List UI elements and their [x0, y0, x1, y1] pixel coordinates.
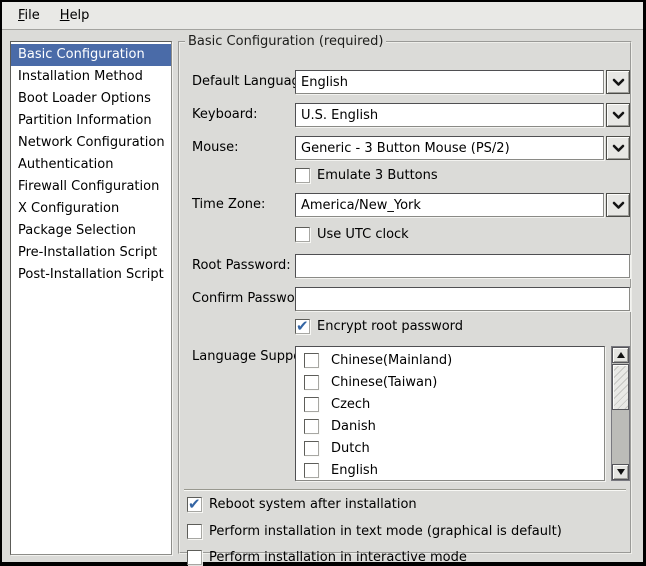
language-checkbox[interactable] [304, 463, 319, 478]
language-support-list: Chinese(Mainland) Chinese(Taiwan) Czech … [295, 346, 605, 481]
chevron-down-icon [612, 144, 625, 153]
chevron-down-icon [612, 78, 625, 87]
emulate-3-buttons-checkbox-row[interactable]: Emulate 3 Buttons [295, 167, 438, 183]
emulate-3-buttons-checkbox[interactable] [295, 168, 310, 183]
text-mode-install-label: Perform installation in text mode (graph… [209, 524, 562, 539]
menu-help[interactable]: Help [50, 5, 100, 26]
encrypt-root-password-label: Encrypt root password [317, 319, 463, 334]
mouse-value[interactable]: Generic - 3 Button Mouse (PS/2) [295, 136, 604, 160]
chevron-down-icon [612, 111, 625, 120]
scrollbar-thumb[interactable] [612, 364, 629, 410]
sidebar-item-partition-information[interactable]: Partition Information [11, 110, 171, 132]
language-option-row[interactable]: Chinese(Taiwan) [296, 371, 604, 393]
main-content: Basic Configuration Installation Method … [2, 31, 643, 562]
language-option-row[interactable]: Chinese(Mainland) [296, 349, 604, 371]
language-option-row[interactable]: Czech [296, 393, 604, 415]
sidebar-item-x-configuration[interactable]: X Configuration [11, 198, 171, 220]
chevron-down-icon [612, 201, 625, 210]
keyboard-dropdown-button[interactable] [606, 103, 630, 127]
keyboard-value[interactable]: U.S. English [295, 103, 604, 127]
language-option-row[interactable]: Dutch [296, 437, 604, 459]
time-zone-dropdown-button[interactable] [606, 193, 630, 217]
interactive-mode-install-label: Perform installation in interactive mode [209, 550, 467, 565]
root-password-label: Root Password: [192, 258, 291, 273]
language-option-label: Chinese(Mainland) [331, 353, 452, 368]
scrollbar-trough[interactable] [612, 410, 629, 464]
language-support-scrollbar[interactable] [611, 346, 630, 481]
time-zone-label: Time Zone: [192, 197, 265, 212]
mouse-label: Mouse: [192, 140, 239, 155]
language-option-row[interactable]: Danish [296, 415, 604, 437]
language-checkbox[interactable] [304, 353, 319, 368]
language-checkbox[interactable] [304, 375, 319, 390]
language-option-row[interactable]: English [296, 459, 604, 481]
sidebar-item-firewall-configuration[interactable]: Firewall Configuration [11, 176, 171, 198]
default-language-combobox[interactable]: English [295, 70, 630, 94]
sidebar-item-post-installation-script[interactable]: Post-Installation Script [11, 264, 171, 286]
scroll-down-button[interactable] [612, 464, 629, 480]
language-option-label: Chinese(Taiwan) [331, 375, 437, 390]
mouse-dropdown-button[interactable] [606, 136, 630, 160]
language-option-label: Danish [331, 419, 376, 434]
section-list: Basic Configuration Installation Method … [10, 41, 172, 555]
confirm-password-input[interactable] [295, 287, 630, 311]
default-language-dropdown-button[interactable] [606, 70, 630, 94]
language-checkbox[interactable] [304, 397, 319, 412]
language-checkbox[interactable] [304, 441, 319, 456]
keyboard-combobox[interactable]: U.S. English [295, 103, 630, 127]
use-utc-checkbox[interactable] [295, 227, 310, 242]
time-zone-value[interactable]: America/New_York [295, 193, 604, 217]
text-mode-install-checkbox[interactable] [187, 524, 202, 539]
sidebar-item-package-selection[interactable]: Package Selection [11, 220, 171, 242]
scroll-up-button[interactable] [612, 347, 629, 363]
sidebar-item-basic-configuration[interactable]: Basic Configuration [11, 44, 171, 66]
root-password-input[interactable] [295, 254, 630, 278]
sidebar-item-pre-installation-script[interactable]: Pre-Installation Script [11, 242, 171, 264]
time-zone-combobox[interactable]: America/New_York [295, 193, 630, 217]
interactive-mode-install-checkbox[interactable] [187, 550, 202, 565]
sidebar-item-installation-method[interactable]: Installation Method [11, 66, 171, 88]
language-option-label: Dutch [331, 441, 370, 456]
arrow-up-icon [617, 352, 625, 358]
use-utc-label: Use UTC clock [317, 227, 409, 242]
emulate-3-buttons-label: Emulate 3 Buttons [317, 168, 438, 183]
horizontal-separator [184, 489, 626, 491]
reboot-after-install-checkbox[interactable] [187, 497, 202, 512]
keyboard-label: Keyboard: [192, 107, 258, 122]
reboot-after-install-checkbox-row[interactable]: Reboot system after installation [187, 496, 417, 512]
interactive-mode-install-checkbox-row[interactable]: Perform installation in interactive mode [187, 549, 467, 565]
language-option-label: Czech [331, 397, 370, 412]
sidebar-item-authentication[interactable]: Authentication [11, 154, 171, 176]
group-title: Basic Configuration (required) [185, 34, 386, 49]
language-checkbox[interactable] [304, 419, 319, 434]
arrow-down-icon [617, 469, 625, 475]
encrypt-root-password-checkbox-row[interactable]: Encrypt root password [295, 318, 463, 334]
default-language-value[interactable]: English [295, 70, 604, 94]
reboot-after-install-label: Reboot system after installation [209, 497, 417, 512]
kickstart-configurator-window: File Help Basic Configuration Installati… [0, 0, 646, 566]
use-utc-checkbox-row[interactable]: Use UTC clock [295, 226, 409, 242]
basic-configuration-group: Basic Configuration (required) Default L… [178, 34, 632, 554]
menu-bar: File Help [2, 2, 643, 30]
sidebar-item-boot-loader-options[interactable]: Boot Loader Options [11, 88, 171, 110]
mouse-combobox[interactable]: Generic - 3 Button Mouse (PS/2) [295, 136, 630, 160]
encrypt-root-password-checkbox[interactable] [295, 319, 310, 334]
sidebar-item-network-configuration[interactable]: Network Configuration [11, 132, 171, 154]
text-mode-install-checkbox-row[interactable]: Perform installation in text mode (graph… [187, 523, 562, 539]
menu-file[interactable]: File [8, 5, 50, 26]
language-option-label: English [331, 463, 378, 478]
